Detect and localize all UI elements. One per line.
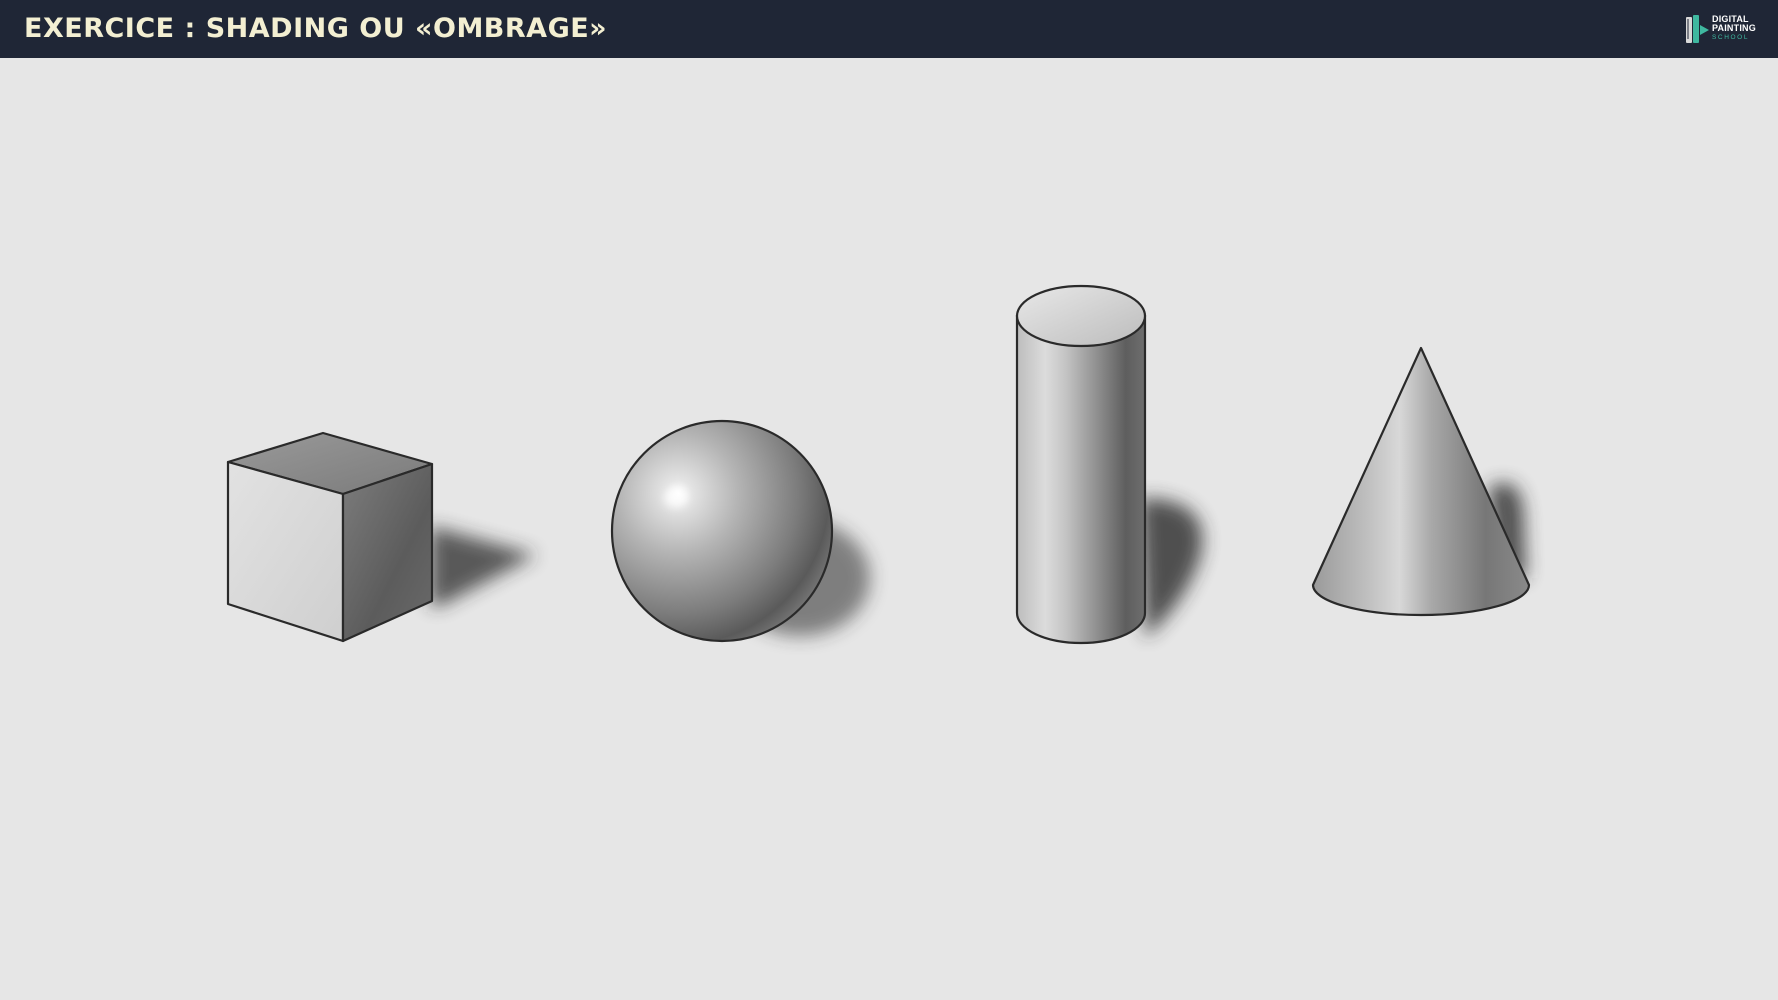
sphere-body: [610, 419, 834, 643]
shading-illustration: [226, 284, 1531, 645]
cone-shape: [1311, 346, 1531, 617]
cone-body: [1311, 346, 1531, 617]
sphere-highlight: [664, 488, 688, 508]
drawing-canvas: [0, 58, 1778, 1000]
cylinder-body: [1015, 314, 1147, 645]
logo-text: DIGITAL PAINTING SCHOOL: [1712, 15, 1756, 42]
logo-line-painting: PAINTING: [1712, 23, 1756, 33]
logo-line-school: SCHOOL: [1712, 34, 1750, 41]
cube-side-face: [341, 462, 434, 643]
sphere-shape: [610, 419, 870, 643]
cylinder-shape: [1015, 284, 1203, 645]
page-title: EXERCICE : SHADING OU «OMBRAGE»: [24, 13, 608, 44]
cube-shape: [226, 431, 536, 643]
logo-brush-icon: [1686, 15, 1709, 43]
cylinder-cast-shadow: [1140, 498, 1203, 638]
cube-cast-shadow: [430, 526, 536, 606]
digital-painting-school-logo: DIGITAL PAINTING SCHOOL: [1684, 11, 1760, 47]
header-bar: EXERCICE : SHADING OU «OMBRAGE» DIGITAL …: [0, 0, 1778, 58]
cylinder-top: [1015, 284, 1147, 348]
cube-front-face: [226, 460, 345, 643]
